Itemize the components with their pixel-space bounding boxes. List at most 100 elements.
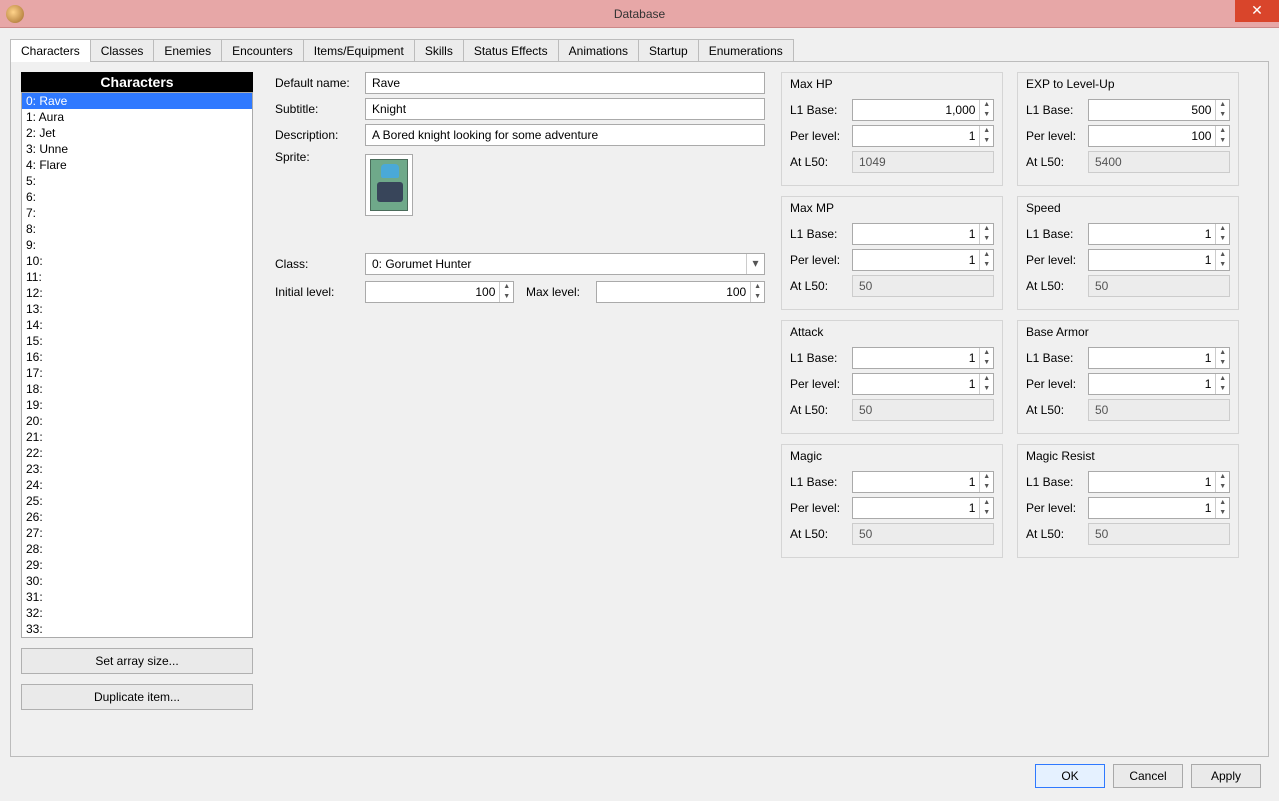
tab-animations[interactable]: Animations [558,39,639,62]
spin-up-icon[interactable]: ▲ [1216,348,1229,358]
perlevel-stepper[interactable]: ▲▼ [1088,125,1230,147]
list-item[interactable]: 15: [22,333,252,349]
spin-up-icon[interactable]: ▲ [980,126,993,136]
perlevel-input[interactable] [1089,374,1215,394]
list-item[interactable]: 30: [22,573,252,589]
spin-down-icon[interactable]: ▼ [980,260,993,270]
perlevel-stepper[interactable]: ▲▼ [852,497,994,519]
spin-up-icon[interactable]: ▲ [500,282,513,292]
spin-down-icon[interactable]: ▼ [980,136,993,146]
max-level-input[interactable] [597,282,750,302]
spin-down-icon[interactable]: ▼ [1216,260,1229,270]
initial-level-stepper[interactable]: ▲▼ [365,281,514,303]
l1base-stepper[interactable]: ▲▼ [1088,471,1230,493]
l1base-input[interactable] [853,100,979,120]
list-item[interactable]: 9: [22,237,252,253]
spin-down-icon[interactable]: ▼ [1216,384,1229,394]
perlevel-input[interactable] [853,126,979,146]
spin-up-icon[interactable]: ▲ [1216,250,1229,260]
spin-up-icon[interactable]: ▲ [1216,126,1229,136]
set-array-size-button[interactable]: Set array size... [21,648,253,674]
sprite-picker[interactable] [365,154,413,216]
l1base-input[interactable] [853,348,979,368]
characters-listbox[interactable]: 0: Rave1: Aura2: Jet3: Unne4: Flare5:6:7… [21,92,253,638]
list-item[interactable]: 19: [22,397,252,413]
perlevel-input[interactable] [1089,126,1215,146]
spin-up-icon[interactable]: ▲ [980,348,993,358]
spin-down-icon[interactable]: ▼ [980,482,993,492]
initial-level-input[interactable] [366,282,499,302]
spin-down-icon[interactable]: ▼ [500,292,513,302]
spin-up-icon[interactable]: ▲ [1216,498,1229,508]
l1base-stepper[interactable]: ▲▼ [1088,99,1230,121]
cancel-button[interactable]: Cancel [1113,764,1183,788]
perlevel-input[interactable] [853,374,979,394]
l1base-stepper[interactable]: ▲▼ [852,347,994,369]
spin-down-icon[interactable]: ▼ [980,384,993,394]
l1base-input[interactable] [1089,224,1215,244]
list-item[interactable]: 21: [22,429,252,445]
tab-enemies[interactable]: Enemies [153,39,222,62]
default-name-input[interactable] [365,72,765,94]
perlevel-stepper[interactable]: ▲▼ [852,249,994,271]
list-item[interactable]: 0: Rave [22,93,252,109]
spin-up-icon[interactable]: ▲ [1216,100,1229,110]
ok-button[interactable]: OK [1035,764,1105,788]
subtitle-input[interactable] [365,98,765,120]
list-item[interactable]: 5: [22,173,252,189]
spin-down-icon[interactable]: ▼ [980,508,993,518]
list-item[interactable]: 1: Aura [22,109,252,125]
max-level-stepper[interactable]: ▲▼ [596,281,765,303]
list-item[interactable]: 25: [22,493,252,509]
l1base-input[interactable] [853,472,979,492]
spin-up-icon[interactable]: ▲ [1216,224,1229,234]
spin-down-icon[interactable]: ▼ [1216,482,1229,492]
list-item[interactable]: 7: [22,205,252,221]
list-item[interactable]: 24: [22,477,252,493]
perlevel-stepper[interactable]: ▲▼ [852,125,994,147]
tab-startup[interactable]: Startup [638,39,699,62]
perlevel-stepper[interactable]: ▲▼ [852,373,994,395]
spin-up-icon[interactable]: ▲ [980,498,993,508]
spin-up-icon[interactable]: ▲ [980,224,993,234]
spin-down-icon[interactable]: ▼ [980,358,993,368]
spin-down-icon[interactable]: ▼ [1216,110,1229,120]
perlevel-input[interactable] [1089,250,1215,270]
list-item[interactable]: 26: [22,509,252,525]
tab-characters[interactable]: Characters [10,39,91,62]
spin-up-icon[interactable]: ▲ [1216,374,1229,384]
list-item[interactable]: 2: Jet [22,125,252,141]
list-item[interactable]: 28: [22,541,252,557]
spin-up-icon[interactable]: ▲ [980,472,993,482]
spin-down-icon[interactable]: ▼ [1216,136,1229,146]
list-item[interactable]: 22: [22,445,252,461]
list-item[interactable]: 3: Unne [22,141,252,157]
spin-up-icon[interactable]: ▲ [751,282,764,292]
list-item[interactable]: 33: [22,621,252,637]
list-item[interactable]: 20: [22,413,252,429]
l1base-stepper[interactable]: ▲▼ [852,99,994,121]
list-item[interactable]: 4: Flare [22,157,252,173]
spin-up-icon[interactable]: ▲ [980,250,993,260]
description-input[interactable] [365,124,765,146]
list-item[interactable]: 8: [22,221,252,237]
spin-down-icon[interactable]: ▼ [980,234,993,244]
perlevel-input[interactable] [853,250,979,270]
list-item[interactable]: 6: [22,189,252,205]
l1base-input[interactable] [1089,348,1215,368]
spin-down-icon[interactable]: ▼ [1216,508,1229,518]
list-item[interactable]: 31: [22,589,252,605]
l1base-stepper[interactable]: ▲▼ [852,471,994,493]
list-item[interactable]: 29: [22,557,252,573]
spin-up-icon[interactable]: ▲ [980,374,993,384]
perlevel-stepper[interactable]: ▲▼ [1088,497,1230,519]
list-item[interactable]: 17: [22,365,252,381]
list-item[interactable]: 32: [22,605,252,621]
spin-down-icon[interactable]: ▼ [980,110,993,120]
spin-down-icon[interactable]: ▼ [751,292,764,302]
perlevel-input[interactable] [853,498,979,518]
list-item[interactable]: 10: [22,253,252,269]
titlebar[interactable]: Database ✕ [0,0,1279,28]
list-item[interactable]: 18: [22,381,252,397]
l1base-stepper[interactable]: ▲▼ [1088,223,1230,245]
